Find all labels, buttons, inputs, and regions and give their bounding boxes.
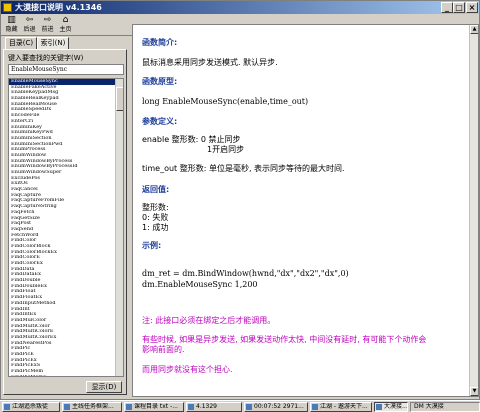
window-icon bbox=[188, 404, 194, 410]
param-enable-option: 1开启同步 bbox=[207, 145, 245, 154]
search-label: 键入要查找的关键字(W) bbox=[8, 54, 84, 62]
home-icon: ⌂ bbox=[62, 15, 69, 25]
note-1: 注: 此接口必须在绑定之后才能调用。 bbox=[142, 316, 276, 325]
note-2: 有些时候, 如果是异步发送, 如果发送动作太快, 中间没有延时, 有可能下个动作… bbox=[142, 335, 427, 344]
keyword-search-input[interactable]: EnableMouseSync bbox=[8, 64, 124, 75]
back-button[interactable]: ⇦ 后退 bbox=[22, 16, 37, 35]
tab-contents[interactable]: 目录(C) bbox=[5, 37, 37, 49]
function-prototype: long EnableMouseSync(enable,time_out) bbox=[142, 97, 309, 106]
taskbar-item-label: 主线任务框架... bbox=[72, 403, 114, 410]
taskbar-item-label: 大漠接... bbox=[384, 403, 408, 410]
heading-return: 返回值: bbox=[142, 185, 170, 194]
taskbar-item[interactable]: 江湖 - 遨游天下... bbox=[310, 402, 372, 412]
forward-arrow-icon: ⇨ bbox=[43, 15, 52, 25]
note-2-cont: 影响前面的. bbox=[142, 345, 185, 354]
hide-icon: ▥ bbox=[7, 15, 16, 25]
note-3: 而用同步就没有这个担心. bbox=[142, 365, 233, 374]
return-success: 1: 成功 bbox=[142, 223, 169, 232]
navigation-pane: 目录(C) 索引(N) 键入要查找的关键字(W) EnableMouseSync… bbox=[3, 37, 127, 395]
forward-button[interactable]: ⇨ 前进 bbox=[40, 16, 55, 35]
heading-prototype: 函数原型: bbox=[142, 77, 178, 86]
taskbar-item-label: 00:07:52 2971... bbox=[254, 403, 304, 410]
display-button[interactable]: 显示(D) bbox=[86, 381, 122, 393]
help-window: 大漠接口说明 v4.1346 _ □ × ▥ 隐藏 ⇦ 后退 ⇨ 前进 ⌂ 主页… bbox=[0, 0, 480, 400]
home-button[interactable]: ⌂ 主页 bbox=[58, 16, 73, 35]
window-icon bbox=[376, 404, 382, 410]
window-icon bbox=[64, 404, 70, 410]
index-list[interactable]: EnableMouseSync EnableFakeActive EnableKey… bbox=[8, 78, 124, 377]
help-app-icon bbox=[3, 3, 12, 12]
close-button[interactable]: × bbox=[466, 2, 478, 13]
title-bar[interactable]: 大漠接口说明 v4.1346 _ □ × bbox=[1, 1, 479, 14]
back-arrow-icon: ⇦ bbox=[25, 15, 34, 25]
forward-label: 前进 bbox=[41, 26, 54, 33]
taskbar-item[interactable]: 主线任务框架... bbox=[62, 402, 122, 412]
index-panel: 键入要查找的关键字(W) EnableMouseSync EnableMouse… bbox=[3, 49, 127, 395]
window-icon bbox=[126, 404, 132, 410]
heading-intro: 函数简介: bbox=[142, 38, 178, 47]
window-icon bbox=[312, 404, 318, 410]
scroll-up-icon[interactable]: ▲ bbox=[470, 25, 478, 34]
taskbar-item[interactable]: 4.1329 bbox=[186, 402, 242, 412]
heading-params: 参数定义: bbox=[142, 117, 178, 126]
index-list-scrollbar[interactable] bbox=[115, 79, 123, 376]
heading-example: 示例: bbox=[142, 241, 162, 250]
content-scrollbar[interactable]: ▲ ▼ bbox=[469, 25, 478, 396]
example-line-1: dm_ret = dm.BindWindow(hwnd,"dx","dx2","… bbox=[142, 269, 349, 278]
hide-label: 隐藏 bbox=[5, 26, 18, 33]
example-line-2: dm.EnableMouseSync 1,200 bbox=[142, 280, 258, 289]
taskbar: 江湖追杀叛徒 主线任务框架... 课程目录 txt -... 4.1329 00… bbox=[0, 400, 480, 412]
taskbar-item-label: 江湖 - 遨游天下... bbox=[320, 403, 368, 410]
scroll-down-icon[interactable]: ▼ bbox=[470, 387, 478, 396]
back-label: 后退 bbox=[23, 26, 36, 33]
taskbar-item[interactable]: 江湖追杀叛徒 bbox=[2, 402, 60, 412]
window-title: 大漠接口说明 v4.1346 bbox=[15, 3, 102, 12]
window-icon bbox=[246, 404, 252, 410]
window-icon bbox=[4, 404, 10, 410]
param-timeout: time_out 整形数: 单位是毫秒, 表示同步等待的最大时间. bbox=[142, 164, 345, 173]
intro-text: 鼠标消息采用同步发送模式. 默认异步. bbox=[142, 58, 278, 67]
minimize-button[interactable]: _ bbox=[441, 2, 453, 13]
hide-button[interactable]: ▥ 隐藏 bbox=[4, 16, 19, 35]
scroll-thumb[interactable] bbox=[116, 87, 123, 111]
taskbar-item-label: 课程目录 txt -... bbox=[134, 403, 178, 410]
maximize-button[interactable]: □ bbox=[453, 2, 465, 13]
home-label: 主页 bbox=[59, 26, 72, 33]
taskbar-item[interactable]: 课程目录 txt -... bbox=[124, 402, 184, 412]
taskbar-item-label: 江湖追杀叛徒 bbox=[12, 403, 49, 410]
taskbar-item[interactable]: 00:07:52 2971... bbox=[244, 402, 308, 412]
topic-content: 函数简介: 鼠标消息采用同步发送模式. 默认异步. 函数原型: long Ena… bbox=[132, 24, 479, 397]
index-list-item[interactable]: FindPicMemE bbox=[9, 375, 123, 376]
system-tray: DM 大漠接 bbox=[410, 402, 480, 412]
taskbar-item[interactable]: 大漠接... bbox=[374, 402, 408, 412]
taskbar-item-label: 4.1329 bbox=[196, 403, 217, 410]
